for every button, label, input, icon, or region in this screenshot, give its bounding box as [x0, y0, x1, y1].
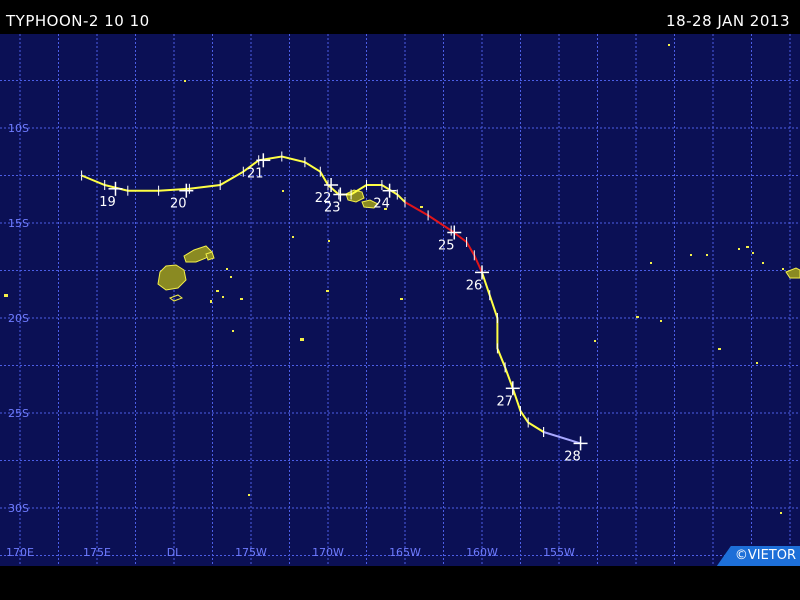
fiji-taveuni	[205, 251, 215, 261]
day-label: 24	[373, 197, 390, 212]
day-label: 23	[324, 201, 341, 216]
day-label: 20	[170, 197, 187, 212]
track-map: 170E 175E DL 175W 170W 165W 160W 155W 10S 15S 20S 2…	[0, 34, 800, 566]
latitude-label: 10S	[8, 122, 29, 135]
day-label: 19	[99, 195, 116, 210]
longitude-label: 170E	[6, 546, 34, 559]
credit-badge: ©VIETOR	[716, 546, 800, 566]
day-label: 25	[438, 239, 455, 254]
longitude-label: 170W	[312, 546, 344, 559]
longitude-label: 175W	[235, 546, 267, 559]
day-label: 28	[564, 449, 581, 464]
longitude-label: 165W	[389, 546, 421, 559]
day-label: 21	[247, 166, 264, 181]
latitude-label: 15S	[8, 217, 29, 230]
latitude-label: 25S	[8, 407, 29, 420]
longitude-label: 155W	[543, 546, 575, 559]
longitude-label: 175E	[83, 546, 111, 559]
latitude-label: 20S	[8, 312, 29, 325]
day-label: 27	[497, 394, 514, 409]
date-range: 18-28 JAN 2013	[666, 12, 790, 30]
longitude-label: 160W	[466, 546, 498, 559]
day-label: 26	[466, 278, 483, 293]
header-bar: TYPHOON-2 10 10 18-28 JAN 2013	[0, 0, 800, 34]
storm-title: TYPHOON-2 10 10	[6, 12, 150, 30]
longitude-label: DL	[167, 546, 182, 559]
footer-bar	[0, 566, 800, 600]
latitude-label: 30S	[8, 502, 29, 515]
